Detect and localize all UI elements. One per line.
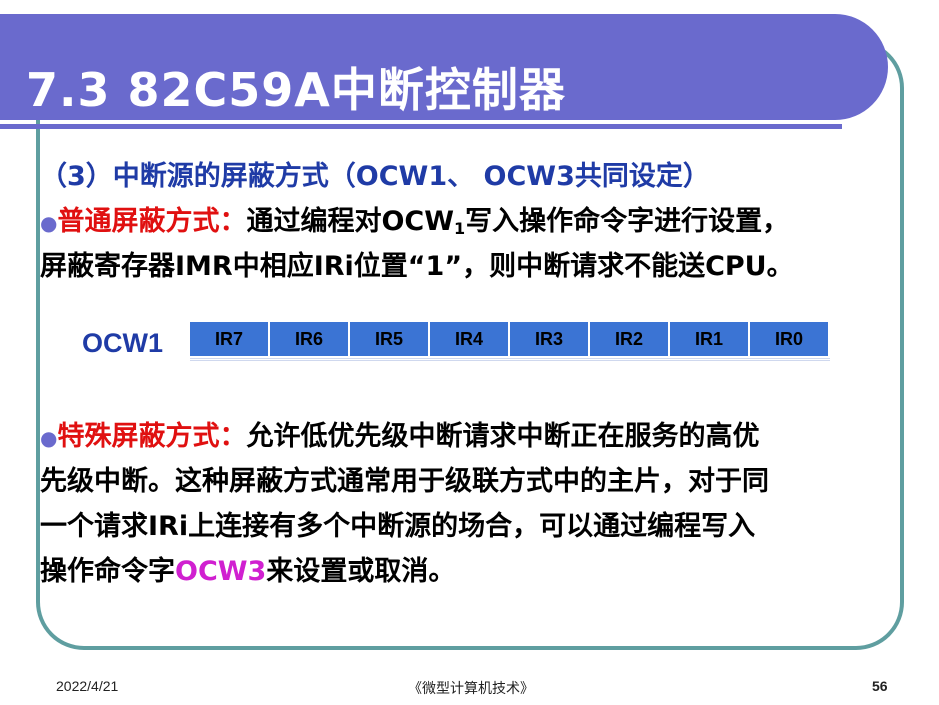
register-bit-ir1: IR1: [670, 322, 750, 356]
normal-mask-text-b: 写入操作命令字进行设置，: [465, 206, 790, 237]
register-label: OCW1: [82, 328, 163, 358]
register-bit-ir5: IR5: [350, 322, 430, 356]
register-bit-ir3: IR3: [510, 322, 590, 356]
footer-date: 2022/4/21: [56, 678, 119, 694]
slide-title: 7.3 82C59A中断控制器: [26, 63, 566, 117]
register-bit-ir0: IR0: [750, 322, 830, 356]
normal-mask-term: 普通屏蔽方式：: [57, 206, 247, 237]
normal-mask-text-a: 通过编程对OCW: [246, 206, 455, 237]
bullet-normal-mask-line1: ●普通屏蔽方式：通过编程对OCW1写入操作命令字进行设置，: [40, 199, 789, 238]
register-bit-ir7: IR7: [190, 322, 270, 356]
ocw1-register: IR7 IR6 IR5 IR4 IR3 IR2 IR1 IR0: [190, 322, 830, 361]
special-mask-text-4b: 来设置或取消。: [266, 556, 456, 587]
title-band: 7.3 82C59A中断控制器: [0, 14, 888, 120]
bullet-dot-icon: ●: [40, 211, 58, 235]
bullet-special-mask-line1: ●特殊屏蔽方式：允许低优先级中断请求中断正在服务的高优: [40, 414, 759, 453]
footer-page-number: 56: [872, 678, 888, 694]
special-mask-text-4a: 操作命令字: [40, 556, 175, 587]
bullet-normal-mask-line2: 屏蔽寄存器IMR中相应IRi位置“1”，则中断请求不能送CPU。: [40, 251, 794, 282]
register-bit-ir4: IR4: [430, 322, 510, 356]
special-mask-text-1: 允许低优先级中断请求中断正在服务的高优: [246, 421, 760, 452]
register-bit-ir6: IR6: [270, 322, 350, 356]
bullet-dot-icon: ●: [40, 426, 58, 450]
register-bit-ir2: IR2: [590, 322, 670, 356]
normal-mask-subscript: 1: [454, 219, 466, 238]
bullet-special-mask-line2: 先级中断。这种屏蔽方式通常用于级联方式中的主片，对于同: [40, 466, 769, 497]
bullet-special-mask-line4: 操作命令字OCW3来设置或取消。: [40, 549, 455, 588]
bullet-special-mask-line3: 一个请求IRi上连接有多个中断源的场合，可以通过编程写入: [40, 511, 756, 542]
section-heading: （3）中断源的屏蔽方式（OCW1、 OCW3共同设定）: [40, 161, 710, 192]
ocw3-highlight: OCW3: [175, 556, 267, 587]
special-mask-term: 特殊屏蔽方式：: [57, 421, 247, 452]
title-divider: [0, 124, 842, 129]
footer-course: 《微型计算机技术》: [408, 680, 534, 696]
